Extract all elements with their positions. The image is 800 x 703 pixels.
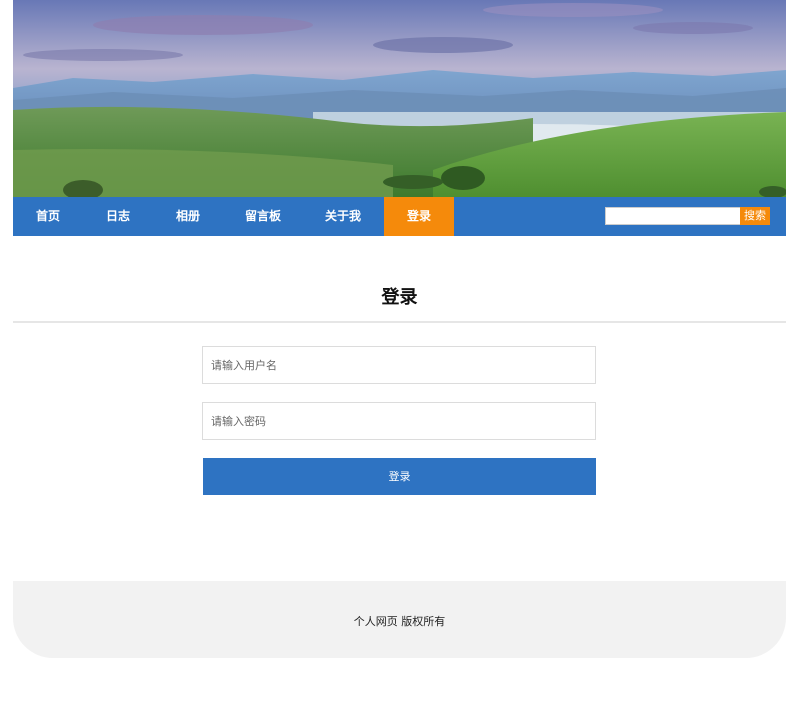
nav-item-album[interactable]: 相册	[153, 197, 223, 236]
page-container: 首页 日志 相册 留言板 关于我 登录 搜索 登录 登录 个人网页 版权所有	[13, 0, 786, 658]
login-submit-button[interactable]: 登录	[203, 458, 596, 495]
nav-item-login[interactable]: 登录	[384, 197, 454, 236]
nav-item-home[interactable]: 首页	[13, 197, 83, 236]
title-divider	[13, 321, 786, 323]
search-input[interactable]	[605, 207, 743, 225]
nav-item-blog[interactable]: 日志	[83, 197, 153, 236]
nav-item-guestbook[interactable]: 留言板	[223, 197, 303, 236]
main-nav: 首页 日志 相册 留言板 关于我 登录 搜索	[13, 197, 786, 236]
footer: 个人网页 版权所有	[13, 581, 786, 658]
page-title: 登录	[381, 287, 418, 308]
search-button[interactable]: 搜索	[740, 207, 770, 225]
landscape-illustration	[13, 0, 786, 197]
footer-copyright: 个人网页 版权所有	[353, 615, 446, 628]
username-field[interactable]	[202, 346, 596, 384]
nav-item-about[interactable]: 关于我	[303, 197, 383, 236]
password-field[interactable]	[202, 402, 596, 440]
banner-image	[13, 0, 786, 197]
